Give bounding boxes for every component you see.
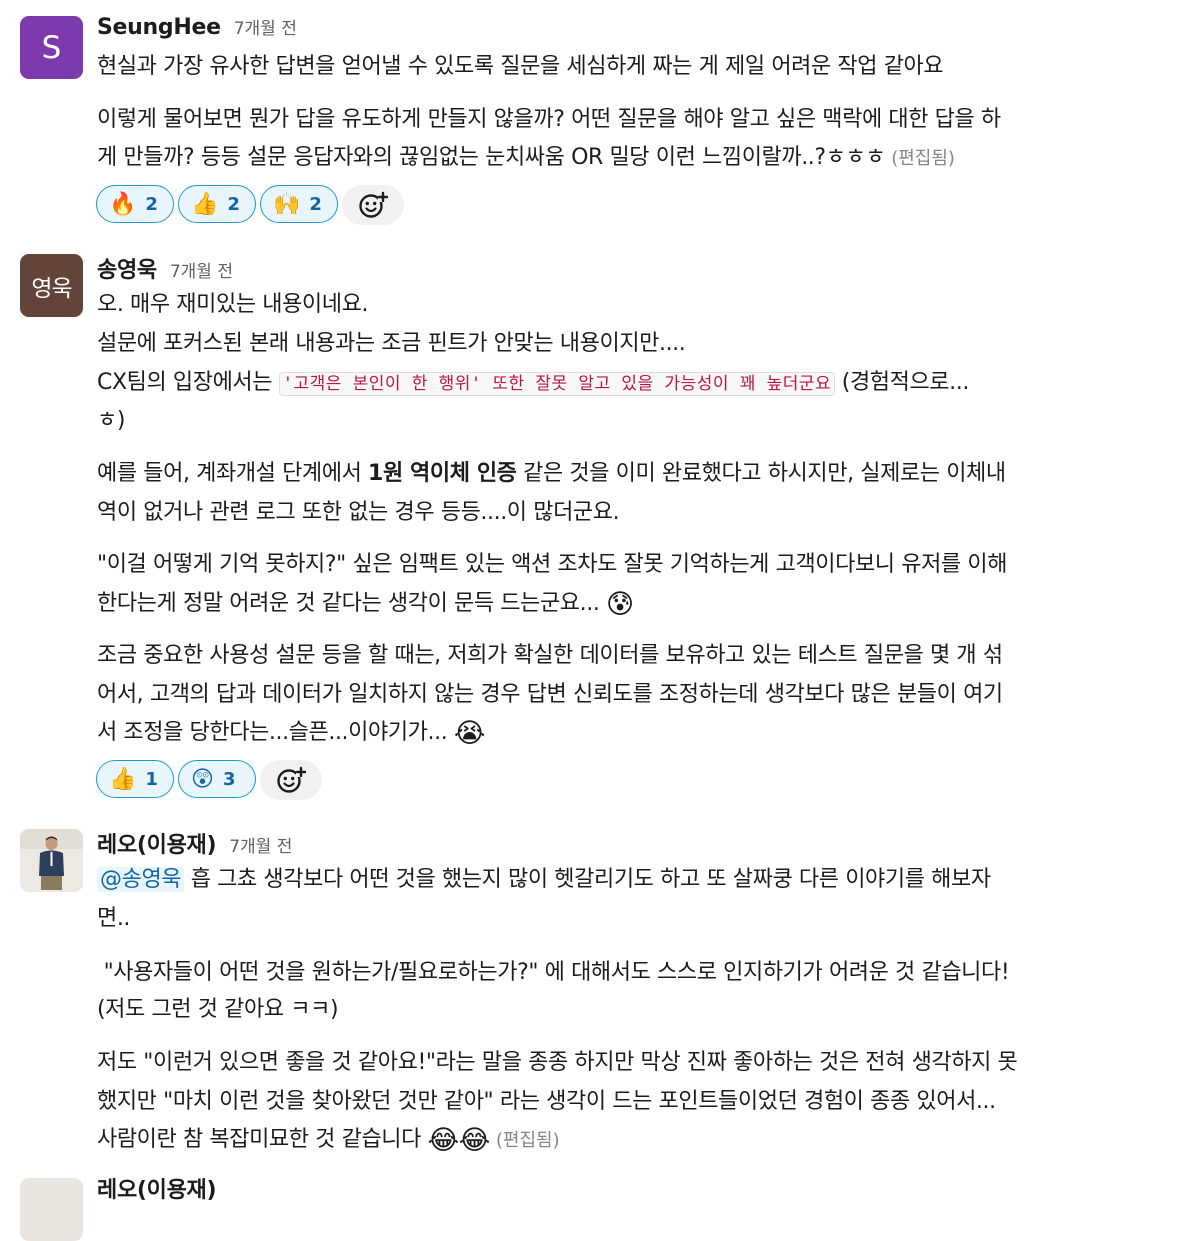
add-reaction-icon bbox=[277, 766, 306, 793]
message-text: 게 만들까? 등등 설문 응답자와의 끊임없는 눈치싸움 OR 밀당 이런 느낌… bbox=[97, 139, 955, 178]
author-name[interactable]: 레오(이용재) bbox=[97, 827, 217, 859]
message-text: CX팀의 입장에서는 '고객은 본인이 한 행위' 또한 잘못 알고 있을 가능… bbox=[97, 364, 969, 403]
reaction-raised-hands[interactable]: 🙌 2 bbox=[260, 185, 338, 223]
author-name[interactable]: 레오(이용재) bbox=[97, 1172, 217, 1204]
message-text: "이걸 어떻게 기억 못하지?" 싶은 임팩트 있는 액션 조차도 잘못 기억하… bbox=[97, 552, 1008, 577]
message-text: "사용자들이 어떤 것을 원하는가/필요로하는가?" 에 대해서도 스스로 인지… bbox=[97, 960, 1010, 985]
edited-label: (편집됨) bbox=[495, 1130, 560, 1151]
message-text: 예를 들어, 계좌개설 단계에서 1원 역이체 인증 같은 것을 이미 완료했다… bbox=[97, 455, 1006, 493]
message-text-part: CX팀의 입장에서는 bbox=[97, 370, 279, 395]
anxious-face-emoji-icon: 😰 bbox=[606, 589, 634, 620]
message-text-part: 예를 들어, 계좌개설 단계에서 bbox=[97, 461, 369, 486]
user-mention[interactable]: @송영욱 bbox=[97, 867, 185, 892]
edited-label: (편집됨) bbox=[891, 148, 955, 169]
message-text: (저도 그런 것 같아요 ㅋㅋ) bbox=[97, 997, 339, 1022]
avatar-initial: S bbox=[41, 29, 62, 66]
astonished-emoji-icon: 😲 bbox=[191, 766, 214, 792]
message-header: SeungHee 7개월 전 bbox=[97, 14, 297, 48]
message-text: 한다는게 정말 어려운 것 같다는 생각이 문득 드는군요... 😰 bbox=[97, 585, 634, 624]
message-header: 레오(이용재) 7개월 전 bbox=[97, 827, 292, 861]
message-text: 현실과 가장 유사한 답변을 얻어낼 수 있도록 질문을 세심하게 짜는 게 제… bbox=[97, 54, 944, 79]
reaction-count: 3 bbox=[222, 768, 236, 790]
message-text-part: 흡 그쵸 생각보다 어떤 것을 했는지 많이 헷갈리기도 하고 또 살짜쿵 다른… bbox=[184, 867, 991, 892]
crying-face-emoji-icon: 😭 bbox=[453, 718, 486, 749]
message-text: 오. 매우 재미있는 내용이네요. bbox=[97, 292, 369, 317]
thumbs-up-emoji-icon: 👍 bbox=[109, 766, 137, 792]
message-text: 설문에 포커스된 본래 내용과는 조금 핀트가 안맞는 내용이지만.... bbox=[97, 331, 686, 356]
inline-code: '고객은 본인이 한 행위' 또한 잘못 알고 있을 가능성이 꽤 높더군요 bbox=[278, 372, 836, 396]
message-text: ㅎ) bbox=[97, 408, 126, 433]
reaction-bar: 👍 1 😲 3 bbox=[96, 760, 322, 800]
add-reaction-button[interactable] bbox=[342, 185, 404, 225]
avatar[interactable]: S bbox=[20, 16, 83, 79]
avatar[interactable]: 영욱 bbox=[20, 254, 83, 317]
author-name[interactable]: SeungHee bbox=[97, 15, 221, 40]
reaction-bar: 🔥 2 👍 2 🙌 2 bbox=[96, 185, 404, 225]
message-text: 했지만 "마치 이런 것을 찾아왔던 것만 같아" 라는 생각이 드는 포인트들… bbox=[97, 1089, 996, 1114]
message-text-part: 같은 것을 이미 완료했다고 하시지만, 실제로는 이체내 bbox=[516, 461, 1006, 486]
fire-emoji-icon: 🔥 bbox=[109, 191, 137, 217]
reaction-count: 2 bbox=[227, 193, 240, 215]
author-name[interactable]: 송영욱 bbox=[97, 252, 157, 284]
reaction-count: 1 bbox=[145, 768, 158, 790]
reaction-fire[interactable]: 🔥 2 bbox=[96, 185, 174, 223]
avatar[interactable] bbox=[20, 1178, 83, 1241]
message-text: 서 조정을 당한다는...슬픈...이야기가... 😭 bbox=[97, 714, 485, 753]
timestamp[interactable]: 7개월 전 bbox=[170, 257, 233, 282]
add-reaction-button[interactable] bbox=[260, 760, 322, 800]
message-header: 레오(이용재) bbox=[97, 1172, 217, 1206]
message-text: 저도 "이런거 있으면 좋을 것 같아요!"라는 말을 종종 하지만 막상 진짜… bbox=[97, 1050, 1018, 1075]
message-text-part: (경험적으로... bbox=[835, 370, 970, 395]
profile-photo-icon bbox=[20, 829, 83, 892]
tears-of-joy-emoji-icon: 😂😂 bbox=[427, 1125, 491, 1156]
avatar[interactable] bbox=[20, 829, 83, 892]
reaction-count: 2 bbox=[145, 193, 158, 215]
message-text: 사람이란 참 복잡미묘한 것 같습니다 😂😂 (편집됨) bbox=[97, 1121, 560, 1160]
message-text: 역이 없거나 관련 로그 또한 없는 경우 등등....이 많더군요. bbox=[97, 500, 620, 525]
message-text: 어서, 고객의 답과 데이터가 일치하지 않는 경우 답변 신뢰도를 조정하는데… bbox=[97, 682, 1003, 707]
reaction-thumbs-up[interactable]: 👍 1 bbox=[96, 760, 174, 798]
avatar-initial: 영욱 bbox=[31, 275, 72, 302]
message-text-part: 한다는게 정말 어려운 것 같다는 생각이 문득 드는군요... bbox=[97, 591, 600, 616]
reaction-count: 2 bbox=[309, 193, 322, 215]
timestamp[interactable]: 7개월 전 bbox=[234, 14, 297, 39]
timestamp[interactable]: 7개월 전 bbox=[229, 832, 292, 857]
message-text: 면.. bbox=[97, 906, 131, 931]
reaction-astonished[interactable]: 😲 3 bbox=[178, 760, 256, 798]
message-text-part: 사람이란 참 복잡미묘한 것 같습니다 bbox=[97, 1127, 428, 1152]
message-text: 이렇게 물어보면 뭔가 답을 유도하게 만들지 않을까? 어떤 질문을 해야 알… bbox=[97, 107, 1001, 132]
message-text-part: 서 조정을 당한다는...슬픈...이야기가... bbox=[97, 720, 448, 745]
message-text: @송영욱 흡 그쵸 생각보다 어떤 것을 했는지 많이 헷갈리기도 하고 또 살… bbox=[97, 861, 991, 899]
message-text-part: 게 만들까? 등등 설문 응답자와의 끊임없는 눈치싸움 OR 밀당 이런 느낌… bbox=[97, 145, 886, 170]
add-reaction-icon bbox=[359, 191, 388, 218]
reaction-thumbs-up[interactable]: 👍 2 bbox=[178, 185, 256, 223]
bold-text: 1원 역이체 인증 bbox=[368, 461, 517, 486]
message-header: 송영욱 7개월 전 bbox=[97, 252, 233, 286]
thumbs-up-emoji-icon: 👍 bbox=[191, 191, 219, 217]
message-text: 조금 중요한 사용성 설문 등을 할 때는, 저희가 확실한 데이터를 보유하고… bbox=[97, 643, 1003, 668]
raised-hands-emoji-icon: 🙌 bbox=[273, 191, 301, 217]
